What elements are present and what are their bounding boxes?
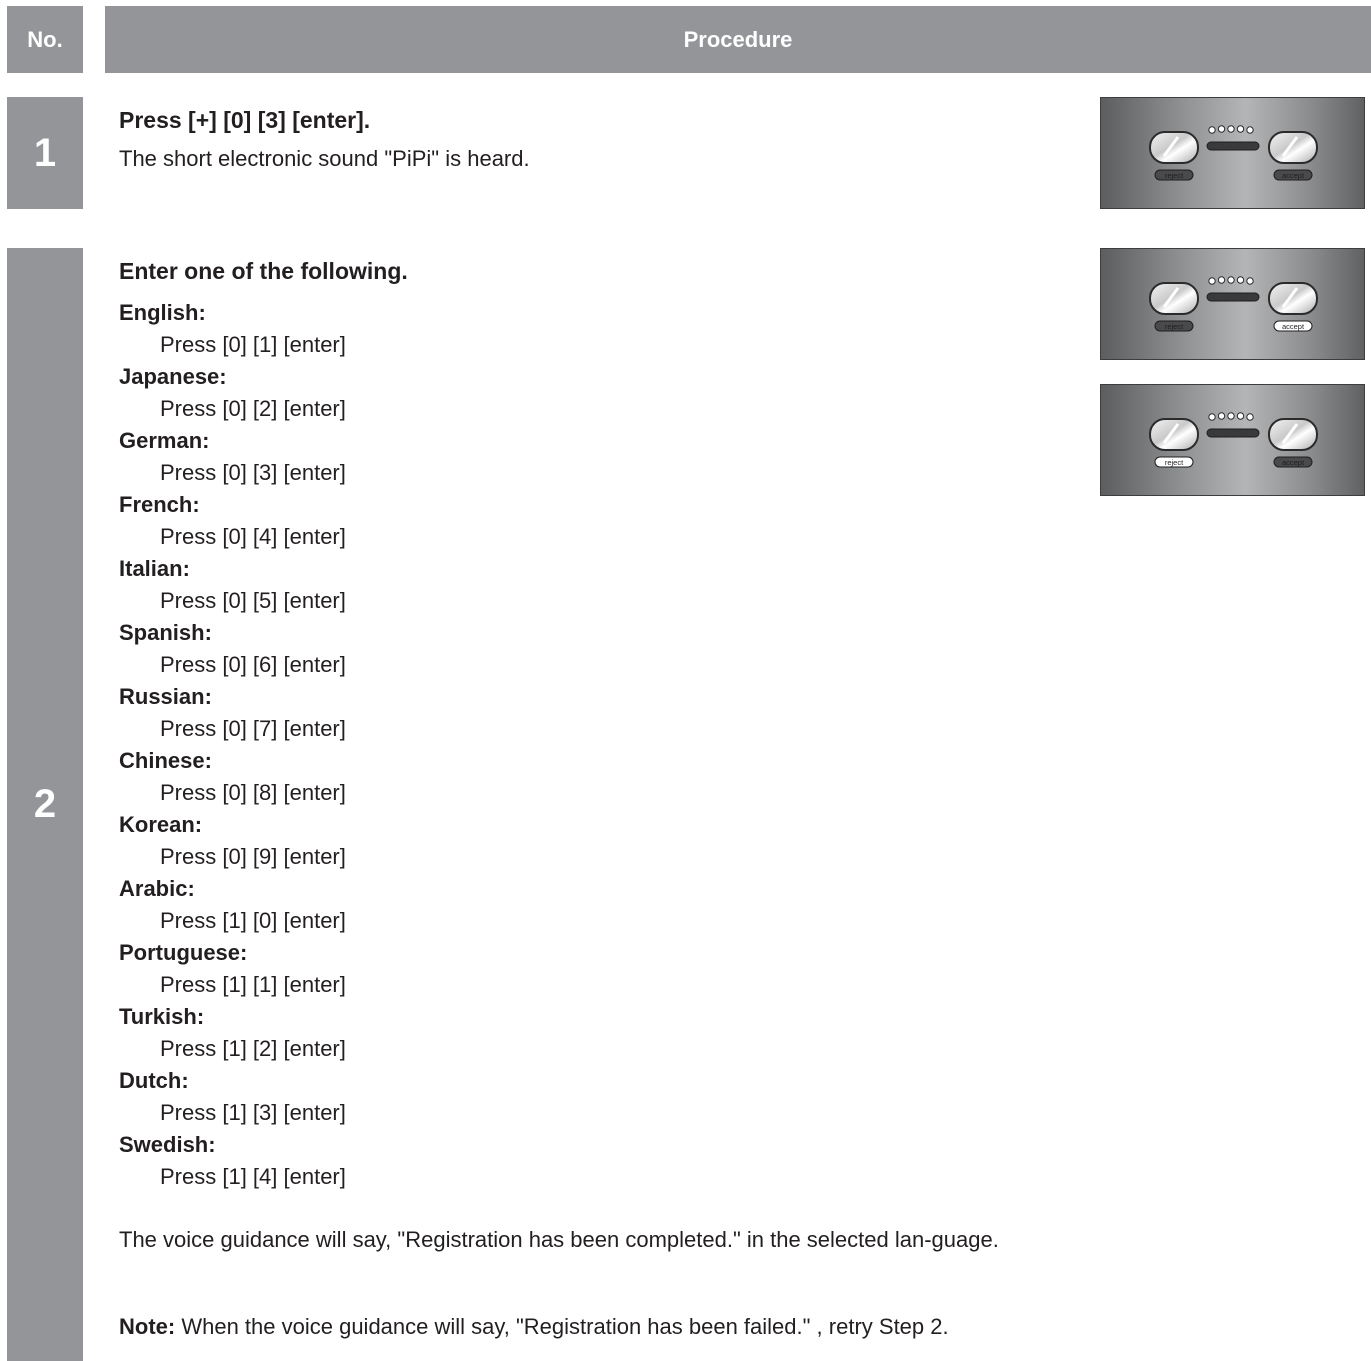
device-panel-1: reject accept: [1100, 97, 1365, 209]
language-name: Portuguese:: [119, 940, 248, 965]
language-name: German:: [119, 428, 210, 453]
list-item: Portuguese: Press [1] [1] [enter]: [119, 937, 1059, 1001]
step-2-note: Note: When the voice guidance will say, …: [119, 1311, 1033, 1343]
device-panel-3: reject accept: [1100, 384, 1365, 496]
language-command: Press [1] [0] [enter]: [160, 908, 346, 933]
language-command: Press [0] [2] [enter]: [160, 396, 346, 421]
note-label: Note:: [119, 1314, 176, 1339]
list-item: Arabic: Press [1] [0] [enter]: [119, 873, 1059, 937]
language-command: Press [0] [1] [enter]: [160, 332, 346, 357]
language-name: Turkish:: [119, 1004, 205, 1029]
language-command: Press [1] [3] [enter]: [160, 1100, 346, 1125]
list-item: Chinese: Press [0] [8] [enter]: [119, 745, 1059, 809]
accept-label: accept: [1282, 458, 1305, 467]
list-item: Russian: Press [0] [7] [enter]: [119, 681, 1059, 745]
language-command: Press [0] [3] [enter]: [160, 460, 346, 485]
language-command: Press [0] [5] [enter]: [160, 588, 346, 613]
reject-label: reject: [1165, 322, 1184, 331]
list-item: Korean: Press [0] [9] [enter]: [119, 809, 1059, 873]
list-item: Spanish: Press [0] [6] [enter]: [119, 617, 1059, 681]
language-name: Korean:: [119, 812, 203, 837]
language-command: Press [1] [4] [enter]: [160, 1164, 346, 1189]
step-1-title: Press [+] [0] [3] [enter].: [119, 107, 371, 133]
language-name: French:: [119, 492, 200, 517]
language-command: Press [1] [2] [enter]: [160, 1036, 346, 1061]
accept-label: accept: [1282, 171, 1305, 180]
step-2-result: The voice guidance will say, "Registrati…: [119, 1227, 999, 1252]
device-panel-2: reject accept: [1100, 248, 1365, 360]
language-name: Arabic:: [119, 876, 195, 901]
list-item: Japanese: Press [0] [2] [enter]: [119, 361, 1059, 425]
list-item: Swedish: Press [1] [4] [enter]: [119, 1129, 1059, 1193]
language-name: English:: [119, 300, 206, 325]
step-number-2: 2: [7, 248, 83, 1361]
reject-label: reject: [1165, 458, 1184, 467]
step-1-description: The short electronic sound "PiPi" is hea…: [119, 146, 530, 171]
list-item: English: Press [0] [1] [enter]: [119, 297, 1059, 361]
step-number-1: 1: [7, 97, 83, 209]
note-text: When the voice guidance will say, "Regis…: [175, 1314, 949, 1339]
language-list: English: Press [0] [1] [enter] Japanese: Pr…: [119, 297, 1059, 1193]
language-command: Press [0] [4] [enter]: [160, 524, 346, 549]
language-name: Dutch:: [119, 1068, 189, 1093]
language-name: Japanese:: [119, 364, 227, 389]
language-name: Swedish:: [119, 1132, 216, 1157]
language-name: Italian:: [119, 556, 190, 581]
column-header-procedure: Procedure: [105, 6, 1371, 73]
language-name: Chinese:: [119, 748, 212, 773]
list-item: Dutch: Press [1] [3] [enter]: [119, 1065, 1059, 1129]
list-item: Italian: Press [0] [5] [enter]: [119, 553, 1059, 617]
language-name: Russian:: [119, 684, 212, 709]
language-command: Press [0] [7] [enter]: [160, 716, 346, 741]
language-command: Press [0] [8] [enter]: [160, 780, 346, 805]
reject-label: reject: [1165, 171, 1184, 180]
language-command: Press [1] [1] [enter]: [160, 972, 346, 997]
step-2-title: Enter one of the following.: [119, 258, 408, 284]
language-command: Press [0] [6] [enter]: [160, 652, 346, 677]
list-item: French: Press [0] [4] [enter]: [119, 489, 1059, 553]
language-name: Spanish:: [119, 620, 212, 645]
column-header-no: No.: [7, 6, 83, 73]
accept-label: accept: [1282, 322, 1305, 331]
list-item: Turkish: Press [1] [2] [enter]: [119, 1001, 1059, 1065]
list-item: German: Press [0] [3] [enter]: [119, 425, 1059, 489]
language-command: Press [0] [9] [enter]: [160, 844, 346, 869]
